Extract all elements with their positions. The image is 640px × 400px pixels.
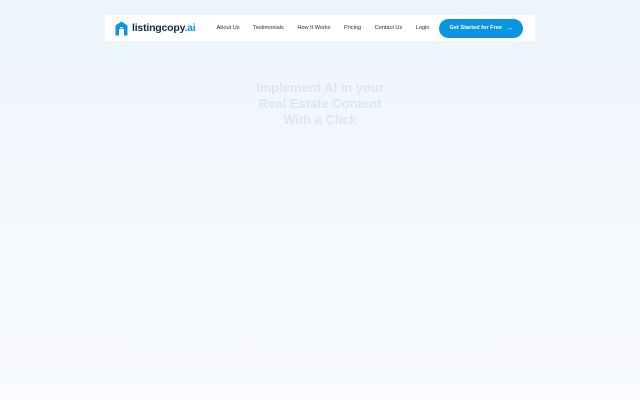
hero-title-line-2: Real Estate Content	[258, 96, 382, 111]
get-started-label: Get Started for Free	[449, 25, 502, 31]
hero-title-line-3: With a Click	[283, 112, 357, 127]
hero-title: Implement AI in your Real Estate Content…	[0, 80, 640, 128]
arrow-right-icon: →	[506, 24, 513, 32]
nav-link-contact-us[interactable]: Contact Us	[375, 25, 403, 31]
get-started-button[interactable]: Get Started for Free →	[439, 18, 523, 38]
nav-link-pricing[interactable]: Pricing	[344, 25, 361, 31]
top-navbar: listingcopy.ai About Us Testimonials How…	[105, 15, 535, 41]
nav-links: About Us Testimonials How It Works Prici…	[217, 18, 523, 38]
nav-link-about-us[interactable]: About Us	[217, 25, 240, 31]
nav-link-testimonials[interactable]: Testimonials	[253, 25, 284, 31]
hero-title-line-1: Implement AI in your	[255, 80, 385, 95]
nav-link-how-it-works[interactable]: How It Works	[297, 25, 330, 31]
brand-name: listingcopy.ai	[132, 22, 196, 34]
brand-logo[interactable]: listingcopy.ai	[115, 21, 196, 36]
house-logo-icon	[115, 21, 128, 35]
login-link[interactable]: Login	[416, 25, 430, 31]
